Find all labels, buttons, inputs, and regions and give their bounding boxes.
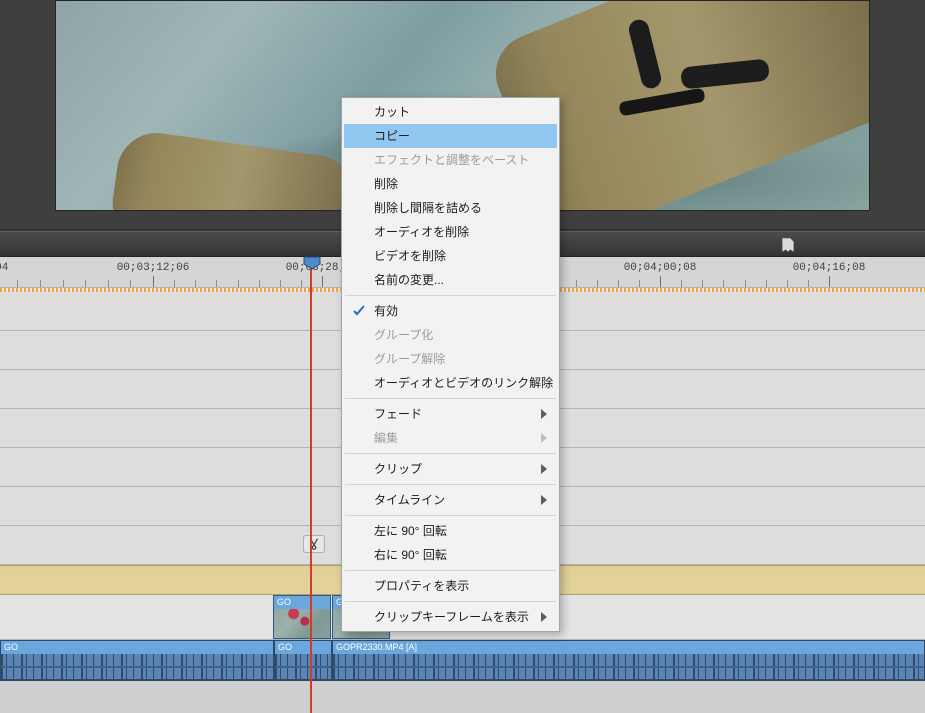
menu-item-label: ビデオを削除 bbox=[374, 249, 446, 263]
video-clip[interactable]: GO bbox=[273, 595, 331, 639]
menu-item[interactable]: オーディオを削除 bbox=[344, 220, 557, 244]
menu-item-label: プロパティを表示 bbox=[374, 579, 469, 593]
menu-item-label: 有効 bbox=[374, 304, 398, 318]
menu-item-label: 編集 bbox=[374, 431, 398, 445]
razor-icon[interactable] bbox=[303, 535, 325, 553]
menu-item: グループ化 bbox=[344, 323, 557, 347]
chevron-right-icon bbox=[539, 605, 549, 629]
clip-title: GO bbox=[275, 641, 331, 654]
menu-item-label: オーディオとビデオのリンク解除 bbox=[374, 376, 553, 390]
menu-item-label: コピー bbox=[374, 129, 410, 143]
menu-separator bbox=[345, 484, 556, 485]
add-marker-icon[interactable] bbox=[779, 236, 797, 254]
video-editor-app: 00;03;29;01 00;02;56;0400;03;12;0600;03;… bbox=[0, 0, 925, 713]
menu-item[interactable]: タイムライン bbox=[344, 488, 557, 512]
audio-clip[interactable]: GOPR2330.MP4 [A] bbox=[332, 640, 925, 680]
audio-clip[interactable]: GO bbox=[0, 640, 274, 680]
menu-item[interactable]: プロパティを表示 bbox=[344, 574, 557, 598]
timeline-gutter bbox=[0, 681, 925, 713]
menu-item-label: グループ化 bbox=[374, 328, 433, 342]
menu-item-label: オーディオを削除 bbox=[374, 225, 469, 239]
menu-item-label: クリップキーフレームを表示 bbox=[374, 610, 529, 624]
time-ruler-label: 00;03;12;06 bbox=[117, 262, 190, 274]
menu-item[interactable]: 右に 90° 回転 bbox=[344, 543, 557, 567]
clip-title: GO bbox=[274, 596, 330, 609]
menu-separator bbox=[345, 453, 556, 454]
menu-item-label: 右に 90° 回転 bbox=[374, 548, 447, 562]
menu-item[interactable]: 有効 bbox=[344, 299, 557, 323]
menu-item: エフェクトと調整をペースト bbox=[344, 148, 557, 172]
menu-item-label: 削除 bbox=[374, 177, 398, 191]
chevron-right-icon bbox=[539, 402, 549, 426]
menu-separator bbox=[345, 295, 556, 296]
menu-separator bbox=[345, 515, 556, 516]
menu-separator bbox=[345, 601, 556, 602]
menu-item-label: クリップ bbox=[374, 462, 422, 476]
menu-separator bbox=[345, 570, 556, 571]
menu-separator bbox=[345, 398, 556, 399]
menu-item-label: グループ解除 bbox=[374, 352, 445, 366]
clip-context-menu: カットコピーエフェクトと調整をペースト削除削除し間隔を詰めるオーディオを削除ビデ… bbox=[341, 97, 560, 632]
menu-item: 編集 bbox=[344, 426, 557, 450]
menu-item-label: 削除し間隔を詰める bbox=[374, 201, 482, 215]
chevron-right-icon bbox=[539, 457, 549, 481]
clip-title: GO bbox=[1, 641, 273, 654]
menu-item-label: カット bbox=[374, 105, 410, 119]
menu-item[interactable]: コピー bbox=[344, 124, 557, 148]
menu-item-label: 左に 90° 回転 bbox=[374, 524, 447, 538]
menu-item[interactable]: 削除し間隔を詰める bbox=[344, 196, 557, 220]
audio-clip[interactable]: GO bbox=[274, 640, 332, 680]
menu-item[interactable]: 名前の変更... bbox=[344, 268, 557, 292]
menu-item-label: 名前の変更... bbox=[374, 273, 444, 287]
menu-item[interactable]: ビデオを削除 bbox=[344, 244, 557, 268]
menu-item[interactable]: 左に 90° 回転 bbox=[344, 519, 557, 543]
chevron-right-icon bbox=[539, 488, 549, 512]
menu-item[interactable]: オーディオとビデオのリンク解除 bbox=[344, 371, 557, 395]
menu-item[interactable]: 削除 bbox=[344, 172, 557, 196]
track-audio-1[interactable]: GOGOGOPR2330.MP4 [A] bbox=[0, 640, 925, 681]
check-icon bbox=[350, 299, 368, 323]
chevron-right-icon bbox=[539, 426, 549, 450]
menu-item-label: エフェクトと調整をペースト bbox=[374, 153, 529, 167]
menu-item[interactable]: クリップキーフレームを表示 bbox=[344, 605, 557, 629]
menu-item[interactable]: カット bbox=[344, 100, 557, 124]
menu-item-label: フェード bbox=[374, 407, 422, 421]
time-ruler-label: 00;04;00;08 bbox=[624, 262, 697, 274]
menu-item[interactable]: クリップ bbox=[344, 457, 557, 481]
menu-item-label: タイムライン bbox=[374, 493, 445, 507]
clip-title: GOPR2330.MP4 [A] bbox=[333, 641, 924, 654]
time-ruler-label: 00;02;56;04 bbox=[0, 262, 8, 274]
menu-item[interactable]: フェード bbox=[344, 402, 557, 426]
menu-item: グループ解除 bbox=[344, 347, 557, 371]
time-ruler-label: 00;04;16;08 bbox=[793, 262, 866, 274]
